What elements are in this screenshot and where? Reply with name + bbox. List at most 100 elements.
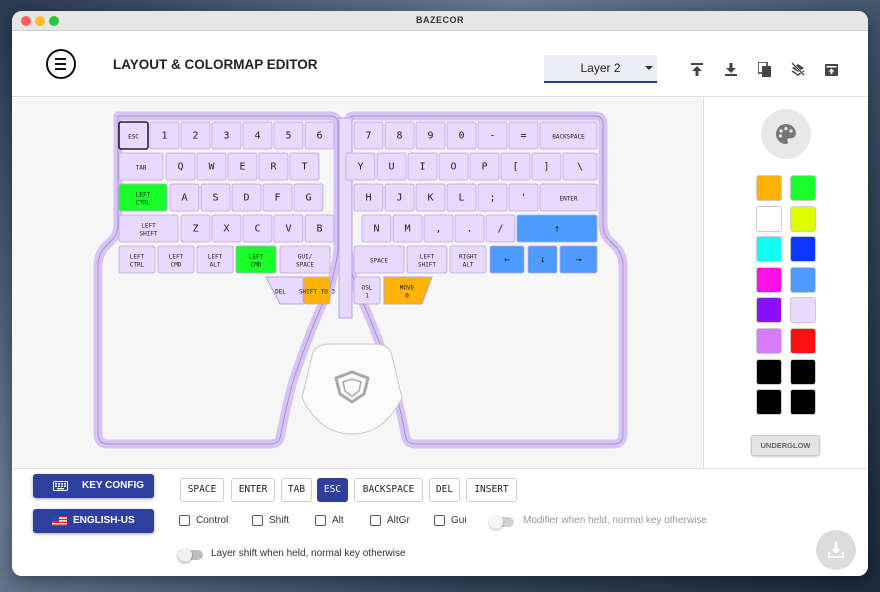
key-right-0-0[interactable]: 7 xyxy=(353,121,384,150)
key-right-2-0[interactable]: H xyxy=(353,183,384,212)
key-left-4-4[interactable]: GUI/SPACE xyxy=(279,245,331,274)
key-right-3-5[interactable]: ↑ xyxy=(516,214,598,243)
key-button-enter[interactable]: ENTER xyxy=(231,478,275,502)
color-swatch[interactable] xyxy=(790,236,816,263)
key-left-1-0[interactable]: TAB xyxy=(118,152,164,181)
key-right-1-0[interactable]: Y xyxy=(345,152,376,181)
key-left-3-0[interactable]: LEFTSHIFT xyxy=(118,214,179,243)
key-right-1-6[interactable]: ] xyxy=(531,152,562,181)
key-right-2-5[interactable]: ' xyxy=(508,183,539,212)
key-left-2-1[interactable]: A xyxy=(169,183,200,212)
backup-icon[interactable] xyxy=(825,63,838,76)
key-right-0-2[interactable]: 9 xyxy=(415,121,446,150)
key-left-3-4[interactable]: V xyxy=(273,214,304,243)
key-left-2-2[interactable]: S xyxy=(200,183,231,212)
modifier-altgr-checkbox[interactable]: AltGr xyxy=(370,514,410,528)
key-left-3-5[interactable]: B xyxy=(304,214,335,243)
key-left-0-4[interactable]: 4 xyxy=(242,121,273,150)
key-left-5-1[interactable]: SHIFT TO 3 xyxy=(299,276,336,305)
key-right-5-0[interactable]: OSL1 xyxy=(353,276,381,305)
modifier-alt-checkbox[interactable]: Alt xyxy=(315,514,344,528)
menu-icon[interactable] xyxy=(46,49,76,79)
copy-icon[interactable] xyxy=(758,62,772,77)
key-left-4-2[interactable]: LEFTALT xyxy=(196,245,234,274)
key-right-2-3[interactable]: L xyxy=(446,183,477,212)
color-swatch[interactable] xyxy=(756,175,782,201)
modifier-toggle[interactable] xyxy=(489,515,514,529)
color-swatch[interactable] xyxy=(756,236,782,263)
key-right-1-3[interactable]: O xyxy=(438,152,469,181)
color-swatch[interactable] xyxy=(756,205,782,232)
key-left-1-5[interactable]: T xyxy=(289,152,320,181)
key-button-esc[interactable]: ESC xyxy=(317,478,348,502)
color-swatch[interactable] xyxy=(790,328,816,354)
color-swatch[interactable] xyxy=(790,175,816,201)
color-swatch[interactable] xyxy=(790,389,816,416)
key-right-4-3[interactable]: ← xyxy=(489,245,525,274)
key-right-1-2[interactable]: I xyxy=(407,152,438,181)
modifier-gui-checkbox[interactable]: Gui xyxy=(434,514,467,528)
key-left-1-1[interactable]: Q xyxy=(165,152,196,181)
key-right-2-2[interactable]: K xyxy=(415,183,446,212)
layer-select[interactable]: Layer 2 xyxy=(544,55,657,83)
key-left-0-5[interactable]: 5 xyxy=(273,121,304,150)
key-left-0-0[interactable]: ESC xyxy=(118,121,149,150)
key-right-0-4[interactable]: - xyxy=(477,121,508,150)
key-left-2-5[interactable]: G xyxy=(293,183,324,212)
color-swatch[interactable] xyxy=(756,266,782,293)
key-left-0-6[interactable]: 6 xyxy=(304,121,335,150)
key-left-2-4[interactable]: F xyxy=(262,183,293,212)
key-left-4-1[interactable]: LEFTCMD xyxy=(157,245,195,274)
key-right-5-1[interactable]: MOVE0 xyxy=(383,276,433,305)
key-right-4-5[interactable]: → xyxy=(559,245,598,274)
layer-shift-toggle[interactable] xyxy=(178,548,203,562)
key-right-1-5[interactable]: [ xyxy=(500,152,531,181)
color-swatch[interactable] xyxy=(790,205,816,232)
key-right-3-2[interactable]: , xyxy=(423,214,454,243)
key-right-2-4[interactable]: ; xyxy=(477,183,508,212)
key-left-0-1[interactable]: 1 xyxy=(149,121,180,150)
key-right-3-1[interactable]: M xyxy=(392,214,423,243)
key-right-0-1[interactable]: 8 xyxy=(384,121,415,150)
color-swatch[interactable] xyxy=(756,328,782,354)
key-right-3-0[interactable]: N xyxy=(361,214,392,243)
color-swatch[interactable] xyxy=(756,389,782,416)
key-button-insert[interactable]: INSERT xyxy=(466,478,517,502)
key-left-2-0[interactable]: LEFTCTRL xyxy=(118,183,168,212)
key-left-3-1[interactable]: Z xyxy=(180,214,211,243)
key-right-4-1[interactable]: LEFTSHIFT xyxy=(406,245,448,274)
key-left-4-3[interactable]: LEFTCMD xyxy=(235,245,277,274)
key-right-1-1[interactable]: U xyxy=(376,152,407,181)
key-left-1-3[interactable]: E xyxy=(227,152,258,181)
key-right-0-6[interactable]: BACKSPACE xyxy=(539,121,598,150)
color-swatch[interactable] xyxy=(790,358,816,385)
key-right-1-7[interactable]: \ xyxy=(562,152,598,181)
modifier-control-checkbox[interactable]: Control xyxy=(179,514,228,528)
key-right-2-6[interactable]: ENTER xyxy=(539,183,598,212)
underglow-button[interactable]: UNDERGLOW xyxy=(751,435,820,456)
key-left-3-3[interactable]: C xyxy=(242,214,273,243)
key-button-space[interactable]: SPACE xyxy=(180,478,224,502)
key-right-1-4[interactable]: P xyxy=(469,152,500,181)
key-left-2-3[interactable]: D xyxy=(231,183,262,212)
key-right-4-2[interactable]: RIGHTALT xyxy=(449,245,487,274)
key-button-backspace[interactable]: BACKSPACE xyxy=(354,478,423,502)
key-right-3-4[interactable]: / xyxy=(485,214,516,243)
key-right-0-3[interactable]: 0 xyxy=(446,121,477,150)
palette-icon[interactable] xyxy=(761,109,811,159)
key-left-4-0[interactable]: LEFTCTRL xyxy=(118,245,156,274)
save-changes-button[interactable] xyxy=(816,530,856,570)
key-left-5-0[interactable]: DEL xyxy=(265,276,304,305)
key-button-del[interactable]: DEL xyxy=(429,478,460,502)
color-swatch[interactable] xyxy=(790,266,816,293)
import-icon[interactable] xyxy=(725,63,737,76)
clear-layer-icon[interactable] xyxy=(791,62,805,76)
key-right-3-3[interactable]: . xyxy=(454,214,485,243)
color-swatch[interactable] xyxy=(756,358,782,385)
key-right-0-5[interactable]: = xyxy=(508,121,539,150)
key-right-2-1[interactable]: J xyxy=(384,183,415,212)
key-left-1-2[interactable]: W xyxy=(196,152,227,181)
key-left-3-2[interactable]: X xyxy=(211,214,242,243)
modifier-shift-checkbox[interactable]: Shift xyxy=(252,514,289,528)
key-right-4-0[interactable]: SPACE xyxy=(353,245,405,274)
